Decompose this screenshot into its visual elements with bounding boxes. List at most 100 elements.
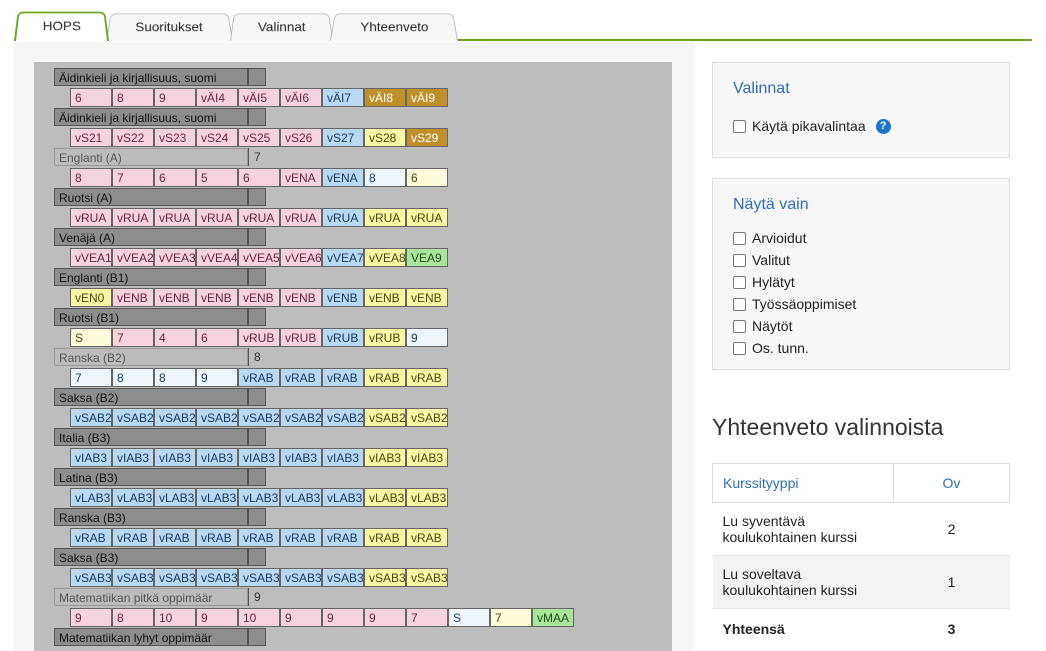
course-cell[interactable]: vLAB3 (364, 488, 406, 507)
course-cell[interactable]: vRAB (322, 368, 364, 387)
course-cell[interactable]: vSAB3 (280, 568, 322, 587)
course-cell[interactable]: vLAB3 (70, 488, 112, 507)
course-cell[interactable]: vVEA4 (196, 248, 238, 267)
course-cell[interactable]: S (70, 328, 112, 347)
course-cell[interactable]: vMAA (532, 608, 574, 627)
course-cell[interactable]: vENB (406, 288, 448, 307)
filter-checkbox[interactable] (733, 341, 746, 355)
course-cell[interactable]: 6 (238, 168, 280, 187)
subject-name[interactable]: Ranska (B2) (54, 348, 248, 366)
course-cell[interactable]: vRAB (154, 528, 196, 547)
course-cell[interactable]: vVEA2 (112, 248, 154, 267)
tab-valinnat[interactable]: Valinnat (230, 13, 333, 42)
course-cell[interactable]: 8 (70, 168, 112, 187)
course-cell[interactable]: vRUB (238, 328, 280, 347)
course-cell[interactable]: vRAB (238, 368, 280, 387)
course-cell[interactable]: vIAB3 (364, 448, 406, 467)
filter-checkbox[interactable] (733, 319, 746, 333)
course-cell[interactable]: vLAB3 (406, 488, 448, 507)
course-cell[interactable]: vVEA6 (280, 248, 322, 267)
course-cell[interactable]: vS22 (112, 128, 154, 147)
subject-name[interactable]: Englanti (B1) (54, 268, 248, 286)
course-cell[interactable]: 8 (112, 608, 154, 627)
course-cell[interactable]: vSAB2 (70, 408, 112, 427)
course-cell[interactable]: vS23 (154, 128, 196, 147)
course-cell[interactable]: 6 (70, 88, 112, 107)
course-cell[interactable]: vENB (322, 288, 364, 307)
course-cell[interactable]: vRAB (406, 528, 448, 547)
course-cell[interactable]: vS27 (322, 128, 364, 147)
course-cell[interactable]: 9 (406, 328, 448, 347)
course-cell[interactable]: vRUB (364, 328, 406, 347)
course-cell[interactable]: vSAB3 (406, 568, 448, 587)
course-cell[interactable]: vRAB (364, 368, 406, 387)
course-cell[interactable]: vSAB3 (112, 568, 154, 587)
course-cell[interactable]: vÄI9 (406, 88, 448, 107)
course-cell[interactable]: vSAB2 (238, 408, 280, 427)
course-cell[interactable]: vRAB (364, 528, 406, 547)
course-cell[interactable]: 8 (112, 88, 154, 107)
course-cell[interactable]: vVEA5 (238, 248, 280, 267)
quick-select-option[interactable]: Käytä pikavalintaa ? (733, 118, 891, 134)
course-cell[interactable]: vRUB (322, 328, 364, 347)
course-cell[interactable]: vIAB3 (154, 448, 196, 467)
course-cell[interactable]: vÄI5 (238, 88, 280, 107)
course-cell[interactable]: vVEA3 (154, 248, 196, 267)
course-cell[interactable]: vRUA (322, 208, 364, 227)
course-cell[interactable]: 10 (154, 608, 196, 627)
course-cell[interactable]: 8 (364, 168, 406, 187)
course-cell[interactable]: vRAB (280, 368, 322, 387)
filter-checkbox[interactable] (733, 297, 746, 311)
course-cell[interactable]: vRUA (112, 208, 154, 227)
course-cell[interactable]: 9 (196, 608, 238, 627)
course-cell[interactable]: vSAB3 (322, 568, 364, 587)
course-cell[interactable]: vENB (280, 288, 322, 307)
subject-name[interactable]: Äidinkieli ja kirjallisuus, suomi (54, 108, 248, 126)
course-cell[interactable]: vENA (322, 168, 364, 187)
course-cell[interactable]: vLAB3 (154, 488, 196, 507)
filter-arvioidut[interactable]: Arvioidut (733, 230, 806, 246)
subject-name[interactable]: Saksa (B2) (54, 388, 248, 406)
course-cell[interactable]: vRUB (280, 328, 322, 347)
course-cell[interactable]: vLAB3 (322, 488, 364, 507)
course-cell[interactable]: vSAB3 (154, 568, 196, 587)
course-cell[interactable]: 7 (490, 608, 532, 627)
course-cell[interactable]: vÄI4 (196, 88, 238, 107)
course-cell[interactable]: vENB (238, 288, 280, 307)
course-cell[interactable]: vLAB3 (196, 488, 238, 507)
tab-suoritukset[interactable]: Suoritukset (106, 13, 233, 42)
filter-tyossaoppimiset[interactable]: Työssäoppimiset (733, 296, 856, 312)
course-cell[interactable]: 9 (364, 608, 406, 627)
course-cell[interactable]: 9 (154, 88, 196, 107)
course-cell[interactable]: vÄI7 (322, 88, 364, 107)
course-cell[interactable]: 8 (112, 368, 154, 387)
course-cell[interactable]: 9 (70, 608, 112, 627)
course-cell[interactable]: vIAB3 (280, 448, 322, 467)
filter-checkbox[interactable] (733, 231, 746, 245)
quick-select-checkbox[interactable] (733, 119, 746, 133)
course-cell[interactable]: vRUA (406, 208, 448, 227)
course-cell[interactable]: vS25 (238, 128, 280, 147)
course-cell[interactable]: vLAB3 (280, 488, 322, 507)
course-cell[interactable]: VEA9 (406, 248, 448, 267)
course-cell[interactable]: vVEA1 (70, 248, 112, 267)
course-cell[interactable]: vENA (280, 168, 322, 187)
filter-valitut[interactable]: Valitut (733, 252, 790, 268)
course-cell[interactable]: vENB (154, 288, 196, 307)
course-cell[interactable]: 9 (322, 608, 364, 627)
course-cell[interactable]: vRAB (280, 528, 322, 547)
course-cell[interactable]: 8 (154, 368, 196, 387)
subject-name[interactable]: Äidinkieli ja kirjallisuus, suomi (54, 68, 248, 86)
course-cell[interactable]: vLAB3 (238, 488, 280, 507)
course-cell[interactable]: vENB (364, 288, 406, 307)
subject-name[interactable]: Ruotsi (B1) (54, 308, 248, 326)
help-icon[interactable]: ? (875, 118, 891, 134)
course-cell[interactable]: vÄI6 (280, 88, 322, 107)
filter-checkbox[interactable] (733, 253, 746, 267)
filter-checkbox[interactable] (733, 275, 746, 289)
course-cell[interactable]: vRAB (196, 528, 238, 547)
course-cell[interactable]: vVEA8 (364, 248, 406, 267)
course-cell[interactable]: 6 (406, 168, 448, 187)
subject-name[interactable]: Latina (B3) (54, 468, 248, 486)
filter-naytot[interactable]: Näytöt (733, 318, 792, 334)
